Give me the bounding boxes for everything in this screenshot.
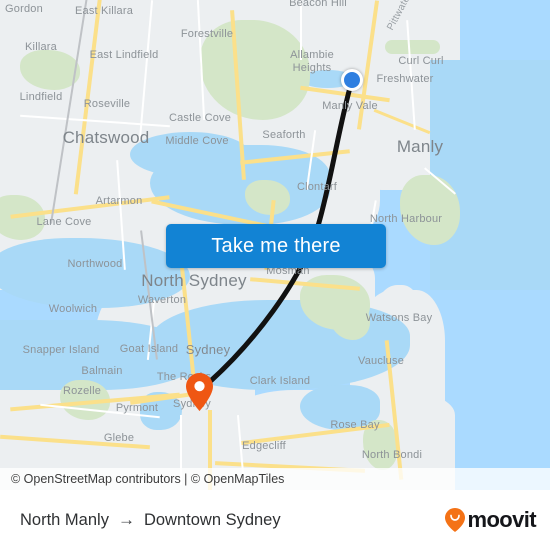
- map-label: Edgecliff: [242, 440, 286, 452]
- map-label: North Bondi: [361, 449, 423, 461]
- map-label: Roseville: [83, 98, 131, 110]
- map-label: Manly Vale: [322, 100, 378, 112]
- map-label: Vaucluse: [357, 355, 405, 367]
- map-label: Northwood: [67, 258, 123, 270]
- map-label: Clark Island: [249, 375, 311, 387]
- map-canvas[interactable]: Gordon East Killara Forestville Beacon Hill…: [0, 0, 550, 490]
- map-label: Rozelle: [62, 385, 102, 397]
- map-label: Gordon: [5, 3, 43, 15]
- moovit-wordmark: moovit: [467, 507, 536, 532]
- map-label: Manly: [396, 137, 444, 156]
- map-label: Seaforth: [262, 129, 306, 141]
- map-label: Artarmon: [95, 195, 143, 207]
- map-label: Forestville: [180, 28, 234, 40]
- map-label: Balmain: [81, 365, 123, 377]
- destination-pin-marker[interactable]: [186, 373, 213, 411]
- map-label: East Lindfield: [89, 49, 159, 61]
- map-label: Freshwater: [376, 73, 434, 85]
- arrow-right-icon: →: [117, 510, 135, 529]
- take-me-there-button[interactable]: Take me there: [166, 224, 386, 268]
- map-label: Watsons Bay: [365, 312, 433, 324]
- map-label: Clontarf: [296, 181, 338, 193]
- origin-dot-marker[interactable]: [341, 69, 363, 91]
- map-label: Allambie: [290, 49, 334, 61]
- footer-bar: North Manly → Downtown Sydney moovit: [0, 490, 550, 550]
- map-label: Lindfield: [19, 91, 63, 103]
- map-label: Glebe: [103, 432, 135, 444]
- moovit-logo[interactable]: moovit: [445, 490, 537, 550]
- map-label: Pyrmont: [115, 402, 159, 414]
- map-label: Sydney: [185, 342, 231, 357]
- map-label: Beacon Hill: [289, 0, 347, 9]
- map-label: Snapper Island: [22, 344, 100, 356]
- trip-summary: North Manly → Downtown Sydney: [20, 490, 281, 550]
- moovit-trip-map-screen: Gordon East Killara Forestville Beacon Hill…: [0, 0, 550, 550]
- map-label: Rose Bay: [330, 419, 380, 431]
- map-label: Waverton: [137, 294, 187, 306]
- map-attribution[interactable]: © OpenStreetMap contributors | © OpenMap…: [0, 468, 550, 490]
- map-label: Killara: [25, 41, 57, 53]
- map-label: Lane Cove: [36, 216, 92, 228]
- moovit-pin-icon: [445, 508, 466, 532]
- map-label: Chatswood: [62, 128, 150, 147]
- map-label: Woolwich: [48, 303, 98, 315]
- destination-label: Downtown Sydney: [143, 510, 281, 529]
- map-label: Middle Cove: [165, 135, 229, 147]
- map-label: East Killara: [74, 5, 134, 17]
- map-label: Heights: [292, 62, 332, 74]
- map-label: Curl Curl: [398, 55, 444, 67]
- pin-icon: [186, 373, 213, 411]
- map-label: Castle Cove: [168, 112, 232, 124]
- origin-label: North Manly: [20, 510, 109, 529]
- map-label: Goat Island: [119, 343, 179, 355]
- map-label: North Sydney: [141, 271, 247, 290]
